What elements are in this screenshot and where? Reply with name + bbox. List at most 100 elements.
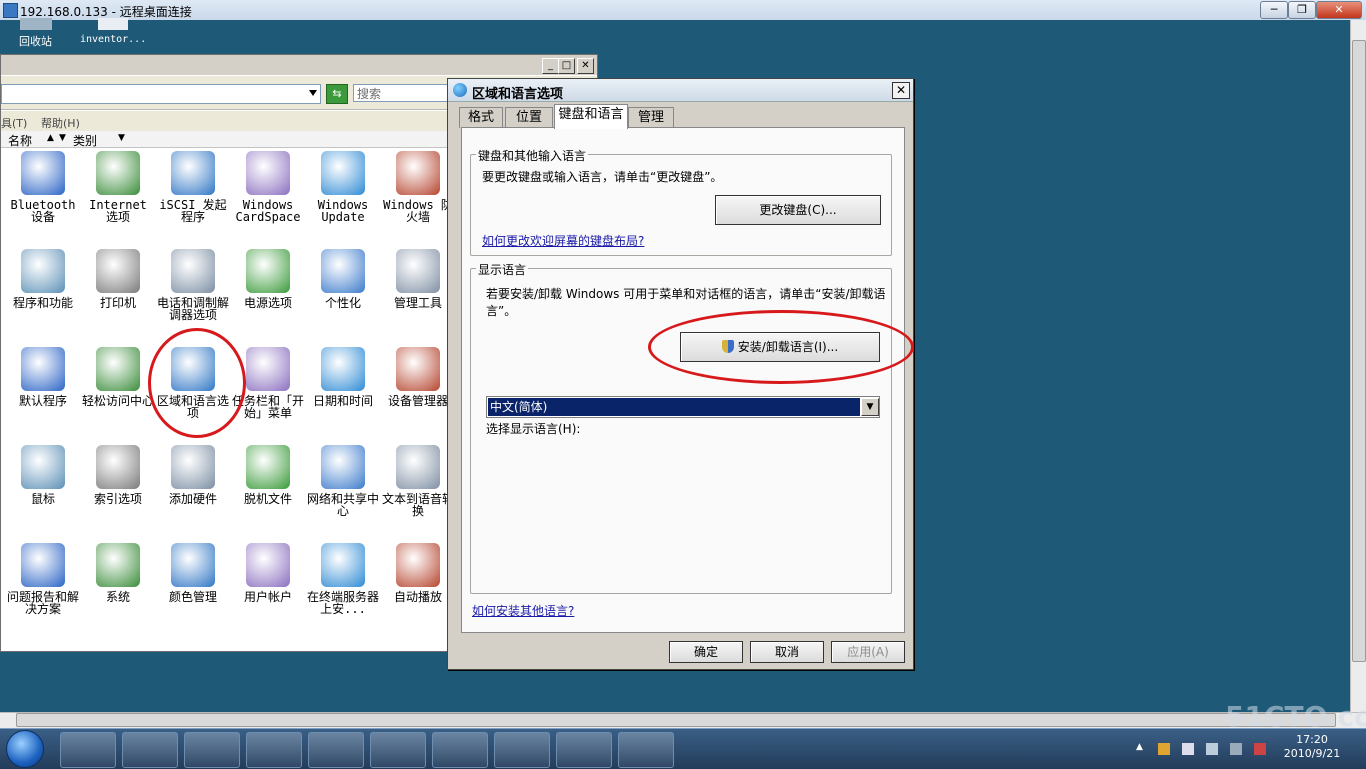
outlook-icon[interactable] bbox=[308, 732, 364, 768]
problem-reports-icon bbox=[21, 543, 65, 587]
excel-icon[interactable] bbox=[246, 732, 302, 768]
tab-location[interactable]: 位置 bbox=[505, 107, 553, 128]
control-panel-item[interactable]: 用户帐户 bbox=[232, 539, 304, 635]
cp-minimize-button[interactable]: _ bbox=[542, 58, 559, 74]
tab-keyboard-language[interactable]: 键盘和语言 bbox=[554, 104, 628, 129]
start-button[interactable] bbox=[6, 730, 44, 768]
iscsi-icon bbox=[171, 151, 215, 195]
rdp-minimize-button[interactable]: ─ bbox=[1260, 1, 1288, 19]
network-tray-icon[interactable] bbox=[1230, 743, 1242, 755]
control-panel-item[interactable]: Bluetooth 设备 bbox=[7, 147, 79, 243]
tray-expand-icon[interactable]: ▲ bbox=[1136, 742, 1143, 752]
display-language-select[interactable]: 中文(简体) ▼ bbox=[486, 396, 880, 418]
clock[interactable]: 17:20 2010/9/21 bbox=[1282, 733, 1342, 761]
control-panel-item[interactable]: 任务栏和「开始」菜单 bbox=[232, 343, 304, 439]
control-panel-item[interactable]: 在终端服务器上安... bbox=[307, 539, 379, 635]
menu-help[interactable]: 帮助(H) bbox=[41, 115, 80, 131]
sort-up-icon[interactable]: ▲ bbox=[47, 133, 54, 143]
control-panel-item[interactable]: 电源选项 bbox=[232, 245, 304, 341]
control-panel-item[interactable]: 默认程序 bbox=[7, 343, 79, 439]
rdp-titlebar[interactable]: 192.168.0.133 - 远程桌面连接 ─ ❐ ✕ bbox=[0, 0, 1366, 21]
cp-close-button[interactable]: ✕ bbox=[577, 58, 594, 74]
menu-tools[interactable]: 具(T) bbox=[1, 115, 27, 131]
server-manager-icon[interactable] bbox=[556, 732, 612, 768]
control-panel-item[interactable]: 打印机 bbox=[82, 245, 154, 341]
qq-icon[interactable] bbox=[1158, 743, 1170, 755]
control-panel-item[interactable]: 索引选项 bbox=[82, 441, 154, 537]
control-panel-item[interactable]: Windows Update bbox=[307, 147, 379, 243]
tab-format[interactable]: 格式 bbox=[459, 107, 503, 128]
display-language-value: 中文(简体) bbox=[488, 398, 860, 416]
control-panel-item[interactable]: 个性化 bbox=[307, 245, 379, 341]
vertical-scroll-thumb[interactable] bbox=[1352, 40, 1366, 662]
control-panel-item[interactable]: Windows 防火墙 bbox=[382, 147, 454, 243]
control-panel-item[interactable]: 管理工具 bbox=[382, 245, 454, 341]
control-panel-item[interactable]: 添加硬件 bbox=[157, 441, 229, 537]
control-panel-item[interactable]: 设备管理器 bbox=[382, 343, 454, 439]
control-panel-item[interactable]: 程序和功能 bbox=[7, 245, 79, 341]
users-icon[interactable] bbox=[432, 732, 488, 768]
notepad-icon[interactable] bbox=[618, 732, 674, 768]
control-panel-item-label: 颜色管理 bbox=[168, 590, 217, 604]
search-input[interactable]: 搜索 bbox=[353, 84, 453, 102]
ok-button[interactable]: 确定 bbox=[669, 641, 743, 663]
control-panel-item-label: 管理工具 bbox=[393, 296, 442, 310]
control-panel-task-icon[interactable] bbox=[370, 732, 426, 768]
dialog-close-button[interactable]: ✕ bbox=[892, 82, 910, 99]
control-panel-item-label: Bluetooth 设备 bbox=[10, 198, 76, 224]
flag-icon[interactable] bbox=[1182, 743, 1194, 755]
install-uninstall-language-button[interactable]: 安装/卸载语言(I)... bbox=[680, 332, 880, 362]
control-panel-item-label: 任务栏和「开始」菜单 bbox=[232, 394, 305, 420]
control-panel-item[interactable]: 文本到语音转换 bbox=[382, 441, 454, 537]
control-panel-item-label: 个性化 bbox=[324, 296, 361, 310]
control-panel-item[interactable]: Windows CardSpace bbox=[232, 147, 304, 243]
control-panel-item[interactable]: 问题报告和解决方案 bbox=[7, 539, 79, 635]
volume-icon[interactable] bbox=[1254, 743, 1266, 755]
control-panel-item[interactable]: 系统 bbox=[82, 539, 154, 635]
inventor-file-icon[interactable] bbox=[98, 18, 128, 30]
chevron-down-icon[interactable]: ▼ bbox=[59, 133, 66, 143]
cp-maximize-button[interactable]: □ bbox=[558, 58, 575, 74]
control-panel-item[interactable]: iSCSI 发起程序 bbox=[157, 147, 229, 243]
control-panel-item[interactable]: 颜色管理 bbox=[157, 539, 229, 635]
desktop-icon-label[interactable]: inventor... bbox=[80, 34, 146, 45]
control-panel-item-label: 问题报告和解决方案 bbox=[7, 590, 80, 616]
chevron-down-icon[interactable]: ▼ bbox=[861, 398, 879, 416]
control-panel-titlebar[interactable]: _ □ ✕ bbox=[1, 55, 597, 75]
control-panel-item[interactable]: 电话和调制解调器选项 bbox=[157, 245, 229, 341]
cmd-icon[interactable] bbox=[494, 732, 550, 768]
control-panel-item[interactable]: 日期和时间 bbox=[307, 343, 379, 439]
control-panel-item[interactable]: 网络和共享中心 bbox=[307, 441, 379, 537]
ie-icon[interactable] bbox=[60, 732, 116, 768]
welcome-keyboard-link[interactable]: 如何更改欢迎屏幕的键盘布局? bbox=[482, 232, 644, 249]
chevron-down-icon[interactable]: ▼ bbox=[118, 133, 125, 143]
control-panel-item-label: 添加硬件 bbox=[168, 492, 217, 506]
tab-administrative[interactable]: 管理 bbox=[628, 107, 674, 128]
keyboard-group-title: 键盘和其他输入语言 bbox=[476, 147, 589, 164]
refresh-icon[interactable]: ⇆ bbox=[326, 84, 348, 104]
address-input[interactable] bbox=[1, 84, 321, 104]
explorer-icon[interactable] bbox=[122, 732, 178, 768]
power-icon bbox=[246, 249, 290, 293]
apply-button[interactable]: 应用(A) bbox=[831, 641, 905, 663]
recycle-bin-icon[interactable] bbox=[20, 18, 52, 30]
media-player-icon[interactable] bbox=[184, 732, 240, 768]
rdp-maximize-button[interactable]: ❐ bbox=[1288, 1, 1316, 19]
change-keyboard-button[interactable]: 更改键盘(C)... bbox=[715, 195, 881, 225]
control-panel-item[interactable]: 区域和语言选项 bbox=[157, 343, 229, 439]
control-panel-item[interactable]: Internet 选项 bbox=[82, 147, 154, 243]
control-panel-item[interactable]: 脱机文件 bbox=[232, 441, 304, 537]
control-panel-item-label: Windows Update bbox=[317, 198, 369, 224]
phone-modem-icon bbox=[171, 249, 215, 293]
horizontal-scroll-thumb[interactable] bbox=[16, 713, 1336, 727]
control-panel-item[interactable]: 鼠标 bbox=[7, 441, 79, 537]
cancel-button[interactable]: 取消 bbox=[750, 641, 824, 663]
control-panel-item[interactable]: 自动播放 bbox=[382, 539, 454, 635]
device-icon[interactable] bbox=[1206, 743, 1218, 755]
install-other-languages-link[interactable]: 如何安装其他语言? bbox=[472, 602, 574, 619]
dialog-titlebar[interactable]: 区域和语言选项 ✕ bbox=[448, 79, 913, 102]
control-panel-item[interactable]: 轻松访问中心 bbox=[82, 343, 154, 439]
rdp-close-button[interactable]: ✕ bbox=[1316, 1, 1362, 19]
desktop-icon-label[interactable]: 回收站 bbox=[19, 33, 52, 49]
chevron-down-icon[interactable] bbox=[309, 90, 317, 96]
